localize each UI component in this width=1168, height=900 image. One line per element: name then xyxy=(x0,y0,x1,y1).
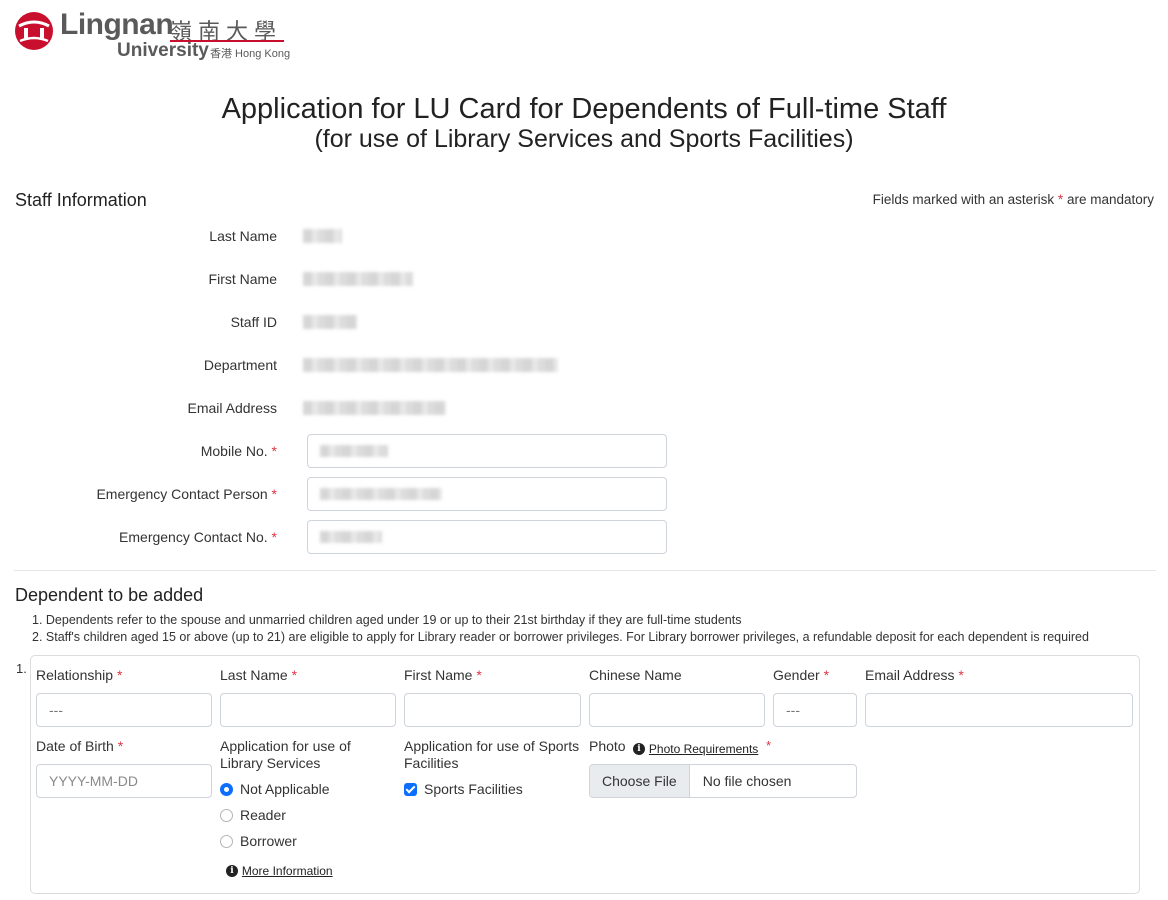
logo-location: 香港 Hong Kong xyxy=(210,48,291,60)
dob-label: Date of Birth * xyxy=(36,738,123,755)
required-mark: * xyxy=(116,667,123,683)
info-icon: i xyxy=(226,865,238,878)
emergency-no-label: Emergency Contact No. * xyxy=(77,529,277,545)
staff-section-title: Staff Information xyxy=(15,190,147,210)
photo-requirements-text: Photo Requirements xyxy=(648,742,759,756)
department-value-redacted xyxy=(303,358,558,372)
radio-icon xyxy=(220,808,233,822)
radio-label: Reader xyxy=(240,807,286,823)
required-mark: * xyxy=(291,667,298,683)
photo-file-input[interactable]: Choose File No file chosen xyxy=(589,764,857,798)
gender-label-text: Gender xyxy=(773,667,820,683)
required-mark: * xyxy=(823,667,830,683)
last-name-label: Last Name xyxy=(209,228,277,244)
page-title: Application for LU Card for Dependents o… xyxy=(221,93,947,125)
mandatory-note-suffix: are mandatory xyxy=(1066,192,1154,207)
no-file-text: No file chosen xyxy=(702,773,792,789)
mobile-value-redacted xyxy=(320,445,388,457)
required-mark: * xyxy=(271,443,277,459)
sports-label: Application for use of Sports Facilities xyxy=(404,738,580,771)
emergency-person-input[interactable] xyxy=(307,477,667,511)
required-mark: * xyxy=(271,486,277,502)
library-radio-not-applicable[interactable]: Not Applicable xyxy=(220,781,330,797)
checkbox-checked-icon xyxy=(404,782,417,796)
required-mark: * xyxy=(476,667,482,683)
mandatory-note-star: * xyxy=(1057,192,1064,207)
gender-label: Gender * xyxy=(773,667,829,684)
required-mark: * xyxy=(271,529,277,545)
page-subtitle: (for use of Library Services and Sports … xyxy=(314,125,854,153)
dependent-section-title: Dependent to be added xyxy=(15,585,204,605)
dob-label-text: Date of Birth xyxy=(36,738,114,754)
chinese-name-input[interactable] xyxy=(589,693,765,727)
gender-select[interactable]: --- xyxy=(773,693,857,727)
photo-requirements-link[interactable]: i Photo Requirements xyxy=(633,740,758,756)
email-label: Email Address xyxy=(187,400,277,416)
relationship-label-text: Relationship xyxy=(36,667,114,683)
checkbox-label: Sports Facilities xyxy=(424,781,523,797)
email-value-redacted xyxy=(303,401,446,415)
dep-last-name-label-text: Last Name xyxy=(220,667,288,683)
emergency-person-value-redacted xyxy=(320,488,442,500)
required-mark: * xyxy=(958,667,964,683)
mobile-label-text: Mobile No. xyxy=(200,443,268,459)
emergency-person-label-text: Emergency Contact Person xyxy=(96,486,268,502)
radio-label: Not Applicable xyxy=(240,781,330,797)
emergency-no-label-text: Emergency Contact No. xyxy=(119,529,268,545)
relationship-select[interactable]: --- xyxy=(36,693,212,727)
entry-number: 1. xyxy=(16,661,27,676)
section-divider xyxy=(14,570,1156,571)
logo-name-en: Lingnan xyxy=(60,8,174,41)
more-information-text: More Information xyxy=(241,864,333,878)
emergency-no-value-redacted xyxy=(320,531,382,543)
dep-first-name-label-text: First Name xyxy=(404,667,473,683)
dep-email-label-text: Email Address xyxy=(865,667,955,683)
staff-id-value-redacted xyxy=(303,315,357,329)
mandatory-note-prefix: Fields marked with an asterisk xyxy=(872,192,1055,207)
emergency-person-label: Emergency Contact Person * xyxy=(77,486,277,502)
required-mark: * xyxy=(117,738,124,754)
library-radio-reader[interactable]: Reader xyxy=(220,807,286,823)
dep-first-name-input[interactable] xyxy=(404,693,581,727)
mobile-input[interactable] xyxy=(307,434,667,468)
mobile-label: Mobile No. * xyxy=(77,443,277,459)
logo-university: University xyxy=(117,40,209,61)
dep-email-input[interactable] xyxy=(865,693,1133,727)
first-name-value-redacted xyxy=(303,272,413,286)
dep-last-name-label: Last Name * xyxy=(220,667,297,684)
radio-label: Borrower xyxy=(240,833,297,849)
required-mark: * xyxy=(766,738,772,753)
photo-label: Photo xyxy=(589,738,626,755)
dependent-note-2: 2. Staff's children aged 15 or above (up… xyxy=(32,630,1089,644)
first-name-label: First Name xyxy=(208,271,277,287)
photo-label-text: Photo xyxy=(589,738,626,754)
last-name-value-redacted xyxy=(303,229,342,243)
emergency-no-input[interactable] xyxy=(307,520,667,554)
lingnan-logo-icon xyxy=(15,12,53,50)
info-icon: i xyxy=(633,743,645,756)
department-label: Department xyxy=(203,357,277,373)
chinese-name-label: Chinese Name xyxy=(589,667,682,683)
dep-email-label: Email Address * xyxy=(865,667,964,684)
dob-input[interactable]: YYYY-MM-DD xyxy=(36,764,212,798)
radio-selected-icon xyxy=(220,782,233,796)
more-information-link[interactable]: i More Information xyxy=(226,862,333,878)
relationship-label: Relationship * xyxy=(36,667,122,684)
mandatory-note: Fields marked with an asterisk * are man… xyxy=(873,192,1154,207)
dependent-note-1: 1. Dependents refer to the spouse and un… xyxy=(32,613,742,627)
radio-icon xyxy=(220,834,233,848)
choose-file-button[interactable]: Choose File xyxy=(590,765,690,797)
library-radio-borrower[interactable]: Borrower xyxy=(220,833,297,849)
library-label: Application for use of Library Services xyxy=(220,738,351,771)
dep-first-name-label: First Name * xyxy=(404,667,482,684)
staff-id-label: Staff ID xyxy=(230,314,277,330)
sports-facilities-checkbox[interactable]: Sports Facilities xyxy=(404,781,523,797)
dep-last-name-input[interactable] xyxy=(220,693,396,727)
